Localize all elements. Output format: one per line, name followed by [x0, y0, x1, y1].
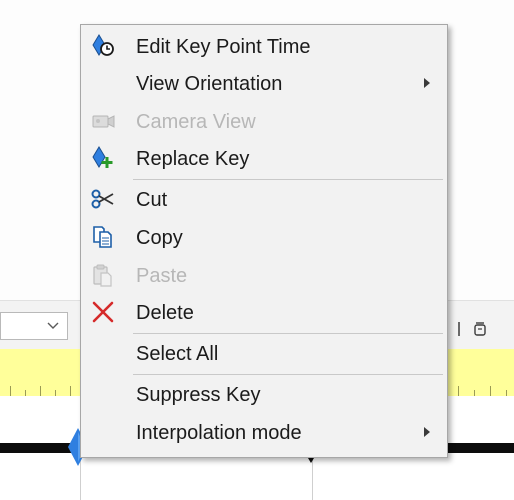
delete-icon: [91, 301, 115, 323]
menu-item-delete[interactable]: Delete: [81, 295, 447, 329]
toolbar-tool-icon[interactable]: [473, 321, 487, 337]
menu-item-label: Camera View: [136, 111, 256, 133]
menu-item-label: Cut: [136, 189, 168, 211]
submenu-arrow-icon: [424, 427, 430, 437]
menu-item-edit-key-point-time[interactable]: Edit Key Point Time: [81, 29, 447, 63]
menu-item-label: Interpolation mode: [136, 422, 302, 444]
paste-icon: [91, 264, 115, 287]
menu-item-select-all[interactable]: Select All: [81, 336, 447, 370]
edit-key-time-icon: [91, 34, 115, 57]
view-dropdown[interactable]: [0, 312, 68, 340]
menu-item-interpolation-mode[interactable]: Interpolation mode: [81, 415, 447, 449]
menu-separator: [133, 374, 443, 375]
menu-item-suppress-key[interactable]: Suppress Key: [81, 377, 447, 411]
menu-separator: [133, 333, 443, 334]
menu-separator: [133, 179, 443, 180]
menu-item-copy[interactable]: Copy: [81, 220, 447, 254]
menu-item-cut[interactable]: Cut: [81, 182, 447, 216]
menu-item-camera-view[interactable]: Camera View: [81, 104, 447, 138]
menu-item-label: Copy: [136, 227, 183, 249]
replace-key-icon: [91, 146, 115, 169]
copy-icon: [91, 226, 115, 248]
scissors-icon: [91, 188, 115, 210]
menu-item-paste[interactable]: Paste: [81, 258, 447, 292]
menu-item-label: Delete: [136, 302, 194, 324]
menu-item-replace-key[interactable]: Replace Key: [81, 141, 447, 175]
chevron-down-icon: [47, 322, 59, 329]
menu-item-label: Paste: [136, 265, 188, 287]
context-menu: Edit Key Point Time View Orientation Cam…: [80, 24, 448, 458]
menu-item-view-orientation[interactable]: View Orientation: [81, 66, 447, 100]
menu-item-label: Select All: [136, 343, 219, 365]
menu-item-label: Edit Key Point Time: [136, 36, 311, 58]
menu-item-label: Replace Key: [136, 148, 250, 170]
submenu-arrow-icon: [424, 78, 430, 88]
camera-icon: [91, 110, 115, 132]
menu-item-label: Suppress Key: [136, 384, 261, 406]
toolbar-separator: [458, 322, 460, 336]
menu-item-label: View Orientation: [136, 73, 283, 95]
